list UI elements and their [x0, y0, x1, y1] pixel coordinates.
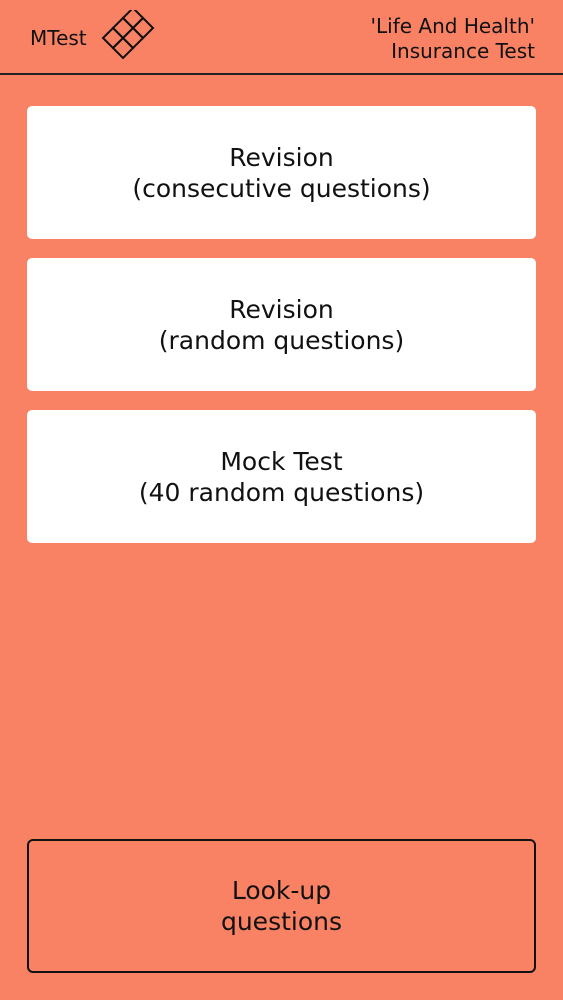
button-label-line2: (random questions) — [158, 325, 405, 355]
button-label-line1: Mock Test — [220, 446, 343, 476]
button-label-line2: questions — [220, 907, 343, 936]
mock-test-button[interactable]: Mock Test (40 random questions) — [27, 410, 536, 543]
button-label-line1: Revision — [229, 142, 334, 172]
test-title-line2: Insurance Test — [391, 39, 535, 63]
test-title-line1: 'Life And Health' — [370, 14, 535, 38]
app-logo: MTest — [30, 10, 157, 66]
button-label-line2: (consecutive questions) — [132, 173, 431, 203]
app-name: MTest — [30, 26, 87, 50]
diamond-grid-icon — [101, 10, 155, 60]
button-label-line2: (40 random questions) — [138, 477, 425, 507]
revision-random-button[interactable]: Revision (random questions) — [27, 258, 536, 391]
button-label-line1: Revision — [229, 294, 334, 324]
revision-consecutive-button[interactable]: Revision (consecutive questions) — [27, 106, 536, 239]
lookup-questions-button[interactable]: Look-up questions — [27, 839, 536, 973]
test-title: 'Life And Health' Insurance Test — [371, 14, 535, 64]
button-label-line1: Look-up — [231, 876, 332, 905]
app-header: MTest 'Life And Health' Insurance Test — [0, 0, 563, 75]
